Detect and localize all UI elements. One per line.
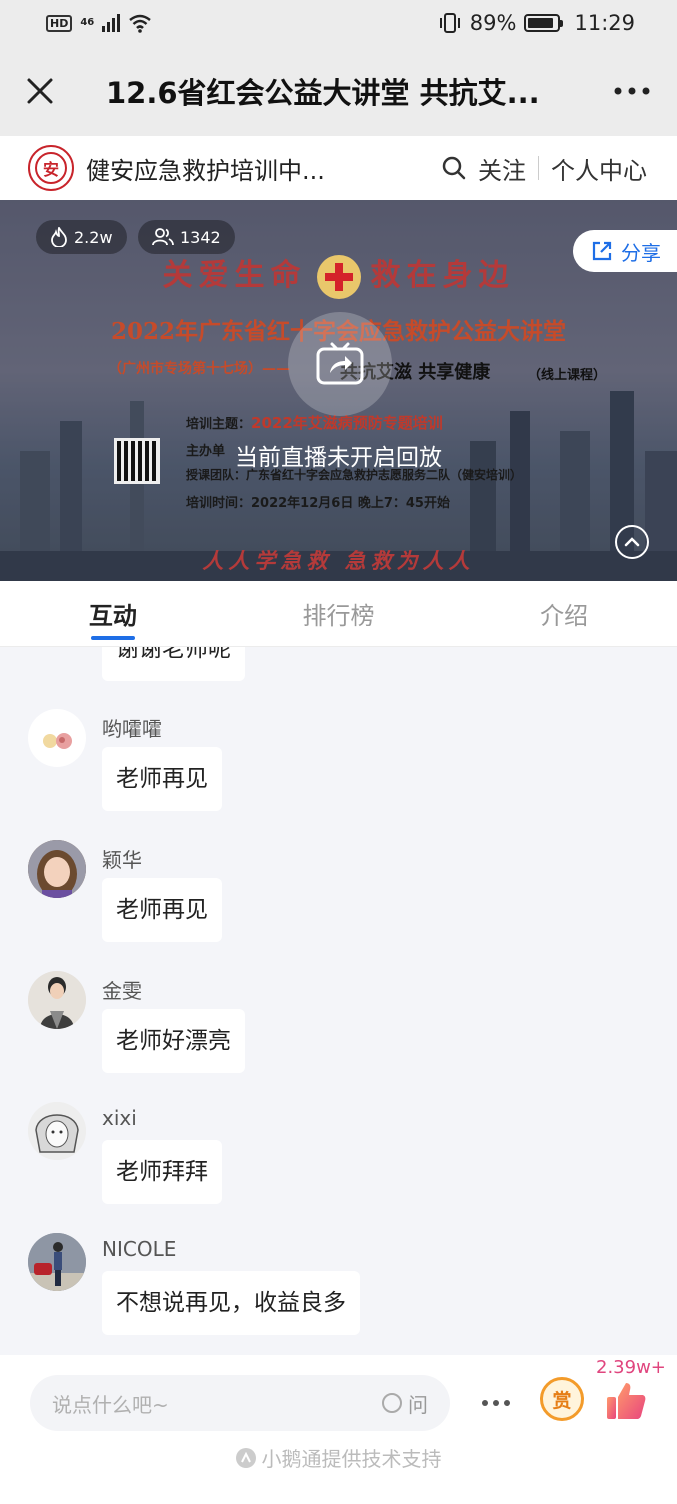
poster-slogan-left: 关爱生命 bbox=[162, 258, 307, 293]
like-count: 2.39w+ bbox=[596, 1357, 666, 1378]
poster-topic-value: 2022年艾滋病预防专题培训 bbox=[251, 414, 443, 432]
network-type: 46 bbox=[80, 17, 95, 28]
avatar[interactable] bbox=[28, 840, 86, 898]
avatar[interactable] bbox=[28, 709, 86, 767]
tech-support-credit: 小鹅通提供技术支持 bbox=[0, 1443, 677, 1472]
chat-username: 金雯 bbox=[102, 979, 142, 1003]
heat-count: 2.2w bbox=[74, 227, 113, 247]
message-bubble: 老师拜拜 bbox=[102, 1140, 222, 1204]
ask-toggle[interactable]: 问 bbox=[382, 1389, 428, 1418]
chat-username: 颖华 bbox=[102, 848, 142, 872]
poster-bottom-slogan: 人人学急救 急救为人人 bbox=[202, 548, 475, 573]
divider bbox=[538, 156, 539, 180]
poster-topic-label: 培训主题： bbox=[186, 417, 252, 432]
vibrate-icon bbox=[439, 13, 460, 33]
channel-name[interactable]: 健安应急救护培训中... bbox=[86, 151, 336, 186]
poster-slogan-right: 救在身边 bbox=[370, 258, 515, 293]
message-bubble: 不想说再见，收益良多 bbox=[102, 1271, 360, 1335]
dot-icon bbox=[504, 1400, 510, 1406]
title-bar: 12.6省红会公益大讲堂 共抗艾... bbox=[0, 46, 677, 136]
message-bubble: 谢谢老师呢 bbox=[102, 647, 245, 681]
status-right: 89% 11:29 bbox=[438, 11, 635, 35]
close-icon bbox=[27, 78, 53, 104]
close-button[interactable] bbox=[0, 46, 80, 136]
hd-badge: HD bbox=[46, 14, 73, 32]
flame-icon bbox=[51, 227, 67, 247]
video-player[interactable]: 关爱生命 救在身边 2022年广东省红十字会应急救护公益大讲堂 （广州市专场第十七… bbox=[0, 200, 677, 581]
share-icon bbox=[592, 241, 612, 261]
more-options-button[interactable] bbox=[587, 46, 677, 136]
viewer-badge: 1342 bbox=[138, 220, 235, 254]
message-bubble: 老师再见 bbox=[102, 747, 222, 811]
dot-icon bbox=[493, 1400, 499, 1406]
signal-icon bbox=[102, 14, 121, 32]
dot-icon bbox=[482, 1400, 488, 1406]
radio-circle-icon bbox=[382, 1393, 402, 1413]
comment-input[interactable]: 说点什么吧~ 问 bbox=[30, 1375, 450, 1431]
chat-list[interactable]: 谢谢老师呢 哟嚯嚯 老师再见 颖华 老师再见 金雯 老师好漂亮 xixi 老师拜… bbox=[0, 647, 677, 1355]
logo-mark: 安 bbox=[35, 152, 67, 184]
poster-time: 培训时间：2022年12月6日 晚上7：45开始 bbox=[186, 496, 450, 511]
comment-placeholder: 说点什么吧~ bbox=[52, 1392, 169, 1417]
heat-badge: 2.2w bbox=[36, 220, 127, 254]
tab-intro[interactable]: 介绍 bbox=[451, 581, 677, 646]
follow-button[interactable]: 关注 bbox=[478, 151, 526, 186]
channel-actions: 关注 个人中心 bbox=[442, 151, 677, 186]
channel-logo[interactable]: 安 bbox=[28, 145, 74, 191]
thumbs-up-icon[interactable] bbox=[604, 1379, 648, 1423]
chat-username: NICOLE bbox=[102, 1237, 177, 1261]
share-label: 分享 bbox=[621, 240, 661, 265]
red-cross-icon bbox=[316, 255, 361, 299]
status-left: HD 46 bbox=[46, 13, 152, 33]
chat-username: 哟嚯嚯 bbox=[102, 717, 162, 741]
ask-label: 问 bbox=[408, 1392, 428, 1417]
channel-bar: 安 健安应急救护培训中... 关注 个人中心 bbox=[0, 136, 677, 200]
collapse-video-button[interactable] bbox=[615, 525, 649, 559]
chat-username: xixi bbox=[102, 1106, 137, 1130]
poster-subtitle-left: （广州市专场第十七场）—— bbox=[108, 361, 290, 377]
search-icon[interactable] bbox=[442, 156, 466, 180]
avatar[interactable] bbox=[28, 971, 86, 1029]
message-bubble: 老师再见 bbox=[102, 878, 222, 942]
replay-button[interactable] bbox=[288, 312, 392, 416]
poster-topic: 培训主题：2022年艾滋病预防专题培训 bbox=[186, 412, 443, 433]
message-bubble: 老师好漂亮 bbox=[102, 1009, 245, 1073]
share-button[interactable]: 分享 bbox=[573, 230, 677, 272]
viewer-count: 1342 bbox=[180, 227, 221, 247]
xiaoe-logo-icon bbox=[235, 1447, 256, 1468]
chevron-up-icon bbox=[624, 537, 640, 547]
clock: 11:29 bbox=[574, 11, 635, 35]
more-icon bbox=[614, 87, 650, 95]
bottom-bar: 说点什么吧~ 问 赏 2.39w+ 小鹅通提供技术支持 bbox=[0, 1355, 677, 1504]
avatar[interactable] bbox=[28, 1102, 86, 1160]
reward-button[interactable]: 赏 bbox=[540, 1377, 584, 1421]
poster-subtitle-right: （线上课程） bbox=[528, 368, 607, 383]
avatar[interactable] bbox=[28, 1233, 86, 1291]
no-replay-message: 当前直播未开启回放 bbox=[235, 445, 442, 471]
page-title: 12.6省红会公益大讲堂 共抗艾... bbox=[106, 76, 540, 110]
replay-icon bbox=[316, 342, 364, 385]
battery-percent: 89% bbox=[469, 11, 517, 35]
status-bar: HD 46 89% 11:29 bbox=[0, 0, 677, 46]
tab-interaction[interactable]: 互动 bbox=[0, 581, 226, 646]
profile-link[interactable]: 个人中心 bbox=[551, 151, 647, 186]
battery-icon bbox=[524, 14, 564, 32]
users-icon bbox=[152, 228, 174, 246]
tab-ranking[interactable]: 排行榜 bbox=[226, 581, 452, 646]
wifi-icon bbox=[129, 14, 152, 33]
more-actions-button[interactable] bbox=[476, 1385, 516, 1421]
tab-bar: 互动 排行榜 介绍 bbox=[0, 581, 677, 647]
credit-text: 小鹅通提供技术支持 bbox=[261, 1447, 442, 1471]
